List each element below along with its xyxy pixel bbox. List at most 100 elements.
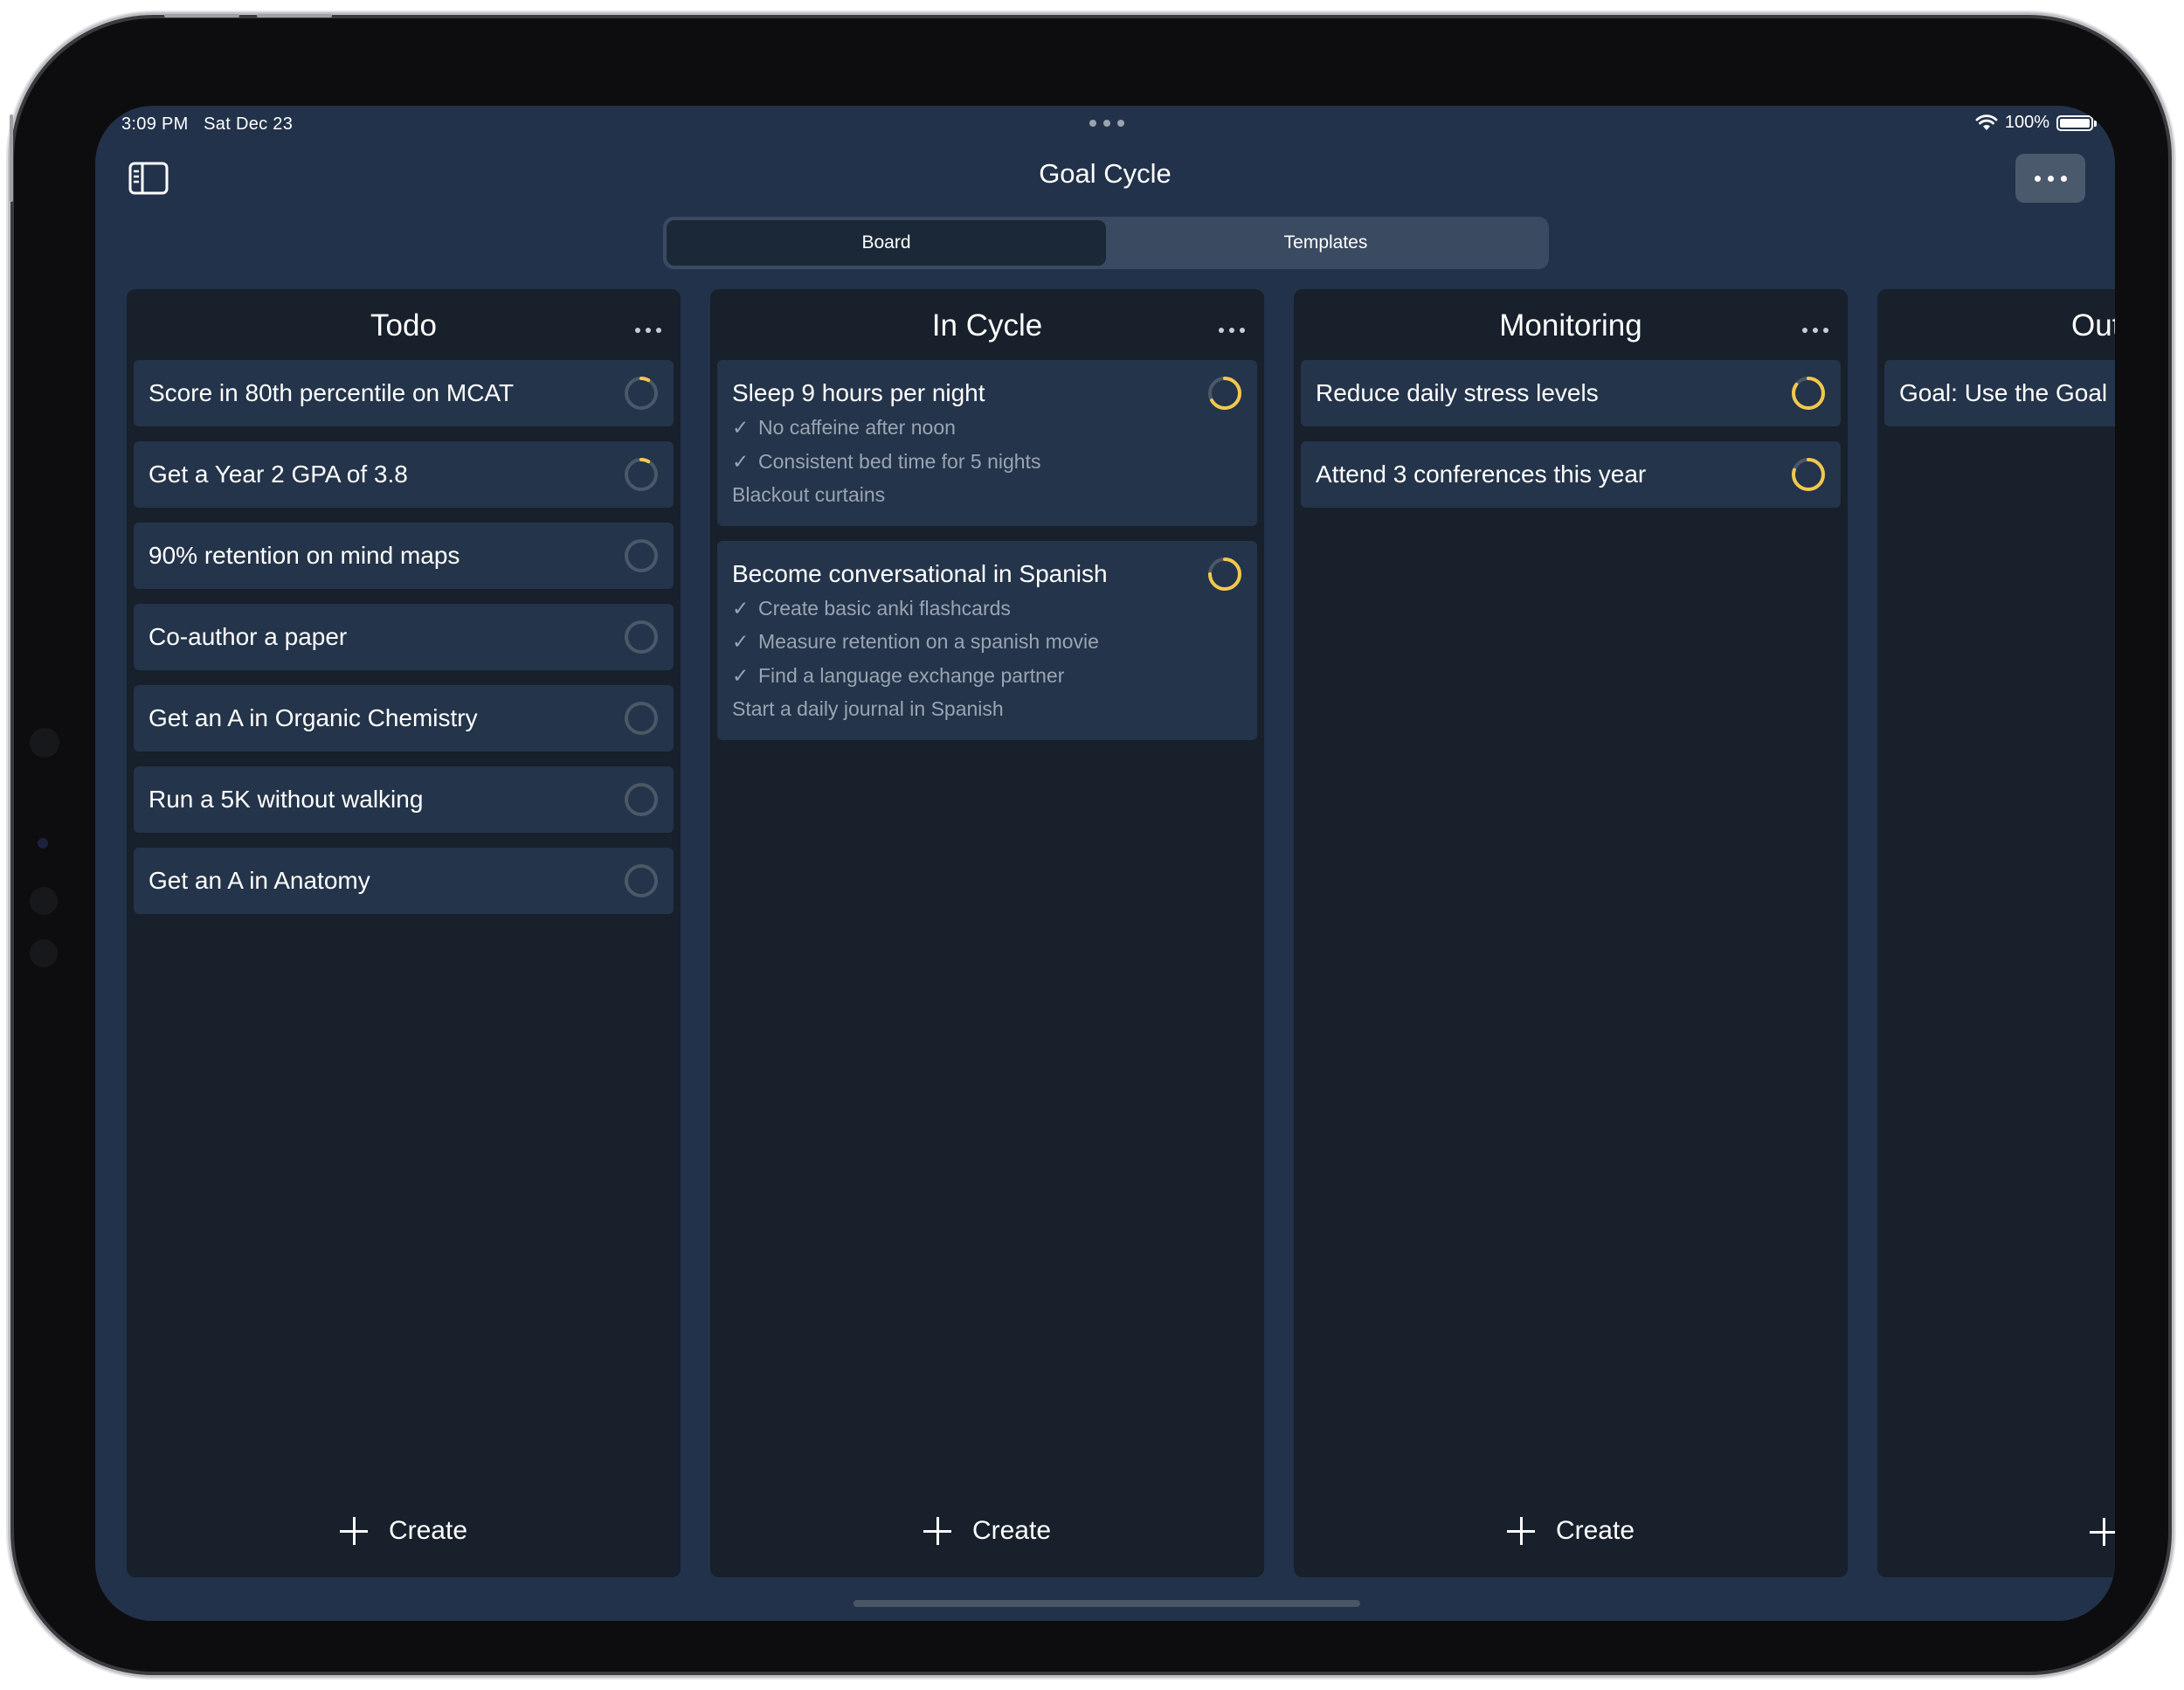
subtask-item: ✓ No caffeine after noon bbox=[732, 411, 1191, 445]
subtask-label: Start a daily journal in Spanish bbox=[732, 697, 1004, 720]
column-menu-icon[interactable] bbox=[1802, 328, 1828, 333]
card-title: Get an A in Organic Chemistry bbox=[149, 704, 478, 731]
create-button[interactable]: Create bbox=[1294, 1516, 1848, 1546]
sensor-icon bbox=[38, 838, 48, 848]
progress-ring-icon bbox=[625, 458, 658, 491]
card-title: Run a 5K without walking bbox=[149, 786, 424, 813]
column-title-text: Out bbox=[2071, 308, 2115, 343]
goal-card[interactable]: Get an A in Anatomy bbox=[134, 848, 674, 914]
card-list: Goal: Use the Goal C bbox=[1884, 360, 2115, 426]
card-list: Sleep 9 hours per night ✓ No caffeine aft… bbox=[717, 360, 1257, 740]
goal-card[interactable]: 90% retention on mind maps bbox=[134, 523, 674, 589]
progress-ring-track bbox=[625, 620, 658, 654]
goal-card[interactable]: Get an A in Organic Chemistry bbox=[134, 685, 674, 751]
create-label: Create bbox=[971, 1516, 1052, 1545]
column-title: Monitoring bbox=[1499, 308, 1642, 343]
create-button[interactable] bbox=[1877, 1518, 2115, 1546]
checkmark-icon: ✓ bbox=[732, 630, 750, 653]
checkmark-icon: ✓ bbox=[732, 416, 750, 439]
subtask-item: ✓ Measure retention on a spanish movie bbox=[732, 625, 1191, 659]
checkmark-icon: ✓ bbox=[732, 663, 750, 687]
subtask-item: Blackout curtains bbox=[732, 478, 1191, 512]
sensor-icon bbox=[30, 939, 58, 967]
create-label: Create bbox=[388, 1516, 468, 1545]
progress-ring-icon bbox=[1792, 377, 1825, 410]
camera-icon bbox=[30, 728, 59, 758]
battery-percentage: 100% bbox=[2004, 113, 2049, 132]
progress-ring-track bbox=[625, 458, 658, 491]
progress-ring-icon bbox=[625, 702, 658, 735]
subtask-item: ✓ Consistent bed time for 5 nights bbox=[732, 445, 1191, 479]
multitasking-dots-icon[interactable] bbox=[1089, 120, 1124, 127]
column-monitoring: Monitoring Reduce daily stress levels At… bbox=[1294, 289, 1848, 1577]
view-segmented-control: Board Templates bbox=[663, 217, 1549, 269]
app-screen: 3:09 PM Sat Dec 23 100% Goal Cycle Board… bbox=[95, 106, 2115, 1621]
progress-ring-track bbox=[625, 702, 658, 735]
goal-card[interactable]: Sleep 9 hours per night ✓ No caffeine aft… bbox=[717, 360, 1257, 526]
status-time: 3:09 PM Sat Dec 23 bbox=[121, 114, 293, 135]
plus-icon bbox=[2090, 1518, 2115, 1546]
create-button[interactable]: Create bbox=[127, 1516, 681, 1546]
progress-ring-icon bbox=[625, 783, 658, 816]
plus-icon bbox=[339, 1517, 368, 1545]
card-title: Sleep 9 hours per night bbox=[732, 379, 985, 406]
card-title: Reduce daily stress levels bbox=[1316, 379, 1599, 406]
subtask-label: Blackout curtains bbox=[732, 483, 886, 506]
page-title: Goal Cycle bbox=[1039, 158, 1171, 189]
subtask-label: Consistent bed time for 5 nights bbox=[758, 449, 1041, 473]
checkmark-icon: ✓ bbox=[732, 596, 750, 620]
create-button[interactable]: Create bbox=[710, 1516, 1264, 1546]
subtask-label: No caffeine after noon bbox=[758, 416, 956, 439]
card-title: Co-author a paper bbox=[149, 623, 348, 650]
card-list: Score in 80th percentile on MCAT Get a Y… bbox=[134, 360, 674, 914]
side-button bbox=[10, 114, 13, 202]
subtask-label: Create basic anki flashcards bbox=[758, 596, 1011, 620]
subtask-item: Start a daily journal in Spanish bbox=[732, 692, 1191, 726]
sensor-icon bbox=[30, 887, 58, 915]
battery-icon bbox=[2056, 114, 2097, 131]
goal-card[interactable]: Become conversational in Spanish ✓ Create… bbox=[717, 540, 1257, 740]
goal-card[interactable]: Goal: Use the Goal C bbox=[1884, 360, 2115, 426]
subtask-label: Find a language exchange partner bbox=[758, 663, 1065, 687]
card-title: Get a Year 2 GPA of 3.8 bbox=[149, 461, 408, 488]
column-outcome: Out Goal: Use the Goal C bbox=[1877, 289, 2115, 1577]
create-label: Create bbox=[1555, 1516, 1635, 1545]
progress-ring-icon bbox=[1208, 377, 1241, 410]
device-frame: 3:09 PM Sat Dec 23 100% Goal Cycle Board… bbox=[10, 14, 2168, 1672]
card-title: Become conversational in Spanish bbox=[732, 559, 1108, 587]
card-title: 90% retention on mind maps bbox=[149, 542, 460, 569]
progress-ring-icon bbox=[625, 864, 658, 897]
subtask-label: Measure retention on a spanish movie bbox=[758, 630, 1099, 653]
more-options-button[interactable] bbox=[2015, 154, 2085, 203]
progress-ring-track bbox=[625, 783, 658, 816]
home-indicator[interactable] bbox=[854, 1600, 1360, 1607]
goal-card[interactable]: Attend 3 conferences this year bbox=[1301, 441, 1841, 508]
plus-icon bbox=[923, 1517, 951, 1545]
progress-ring-track bbox=[625, 539, 658, 572]
goal-card[interactable]: Score in 80th percentile on MCAT bbox=[134, 360, 674, 426]
progress-ring-icon bbox=[1792, 458, 1825, 491]
card-title: Get an A in Anatomy bbox=[149, 867, 370, 894]
top-button bbox=[164, 14, 239, 17]
column-title: Out bbox=[2071, 308, 2115, 343]
progress-ring-track bbox=[625, 377, 658, 410]
progress-ring-track bbox=[625, 864, 658, 897]
column-menu-icon[interactable] bbox=[635, 328, 661, 333]
column-title: Todo bbox=[370, 308, 437, 343]
status-date: Sat Dec 23 bbox=[204, 114, 294, 134]
progress-ring-icon bbox=[625, 620, 658, 654]
card-list: Reduce daily stress levels Attend 3 conf… bbox=[1301, 360, 1841, 508]
goal-card[interactable]: Reduce daily stress levels bbox=[1301, 360, 1841, 426]
goal-card[interactable]: Get a Year 2 GPA of 3.8 bbox=[134, 441, 674, 508]
goal-card[interactable]: Run a 5K without walking bbox=[134, 766, 674, 833]
checkmark-icon: ✓ bbox=[732, 449, 750, 473]
plus-icon bbox=[1506, 1517, 1535, 1545]
tab-templates[interactable]: Templates bbox=[1106, 220, 1545, 266]
progress-ring-icon bbox=[625, 377, 658, 410]
column-in-cycle: In Cycle Sleep 9 hours per night ✓ No caf… bbox=[710, 289, 1264, 1577]
goal-card[interactable]: Co-author a paper bbox=[134, 604, 674, 670]
tab-board[interactable]: Board bbox=[667, 220, 1106, 266]
column-menu-icon[interactable] bbox=[1219, 328, 1245, 333]
column-todo: Todo Score in 80th percentile on MCAT Ge… bbox=[127, 289, 681, 1577]
status-clock: 3:09 PM bbox=[121, 114, 189, 134]
